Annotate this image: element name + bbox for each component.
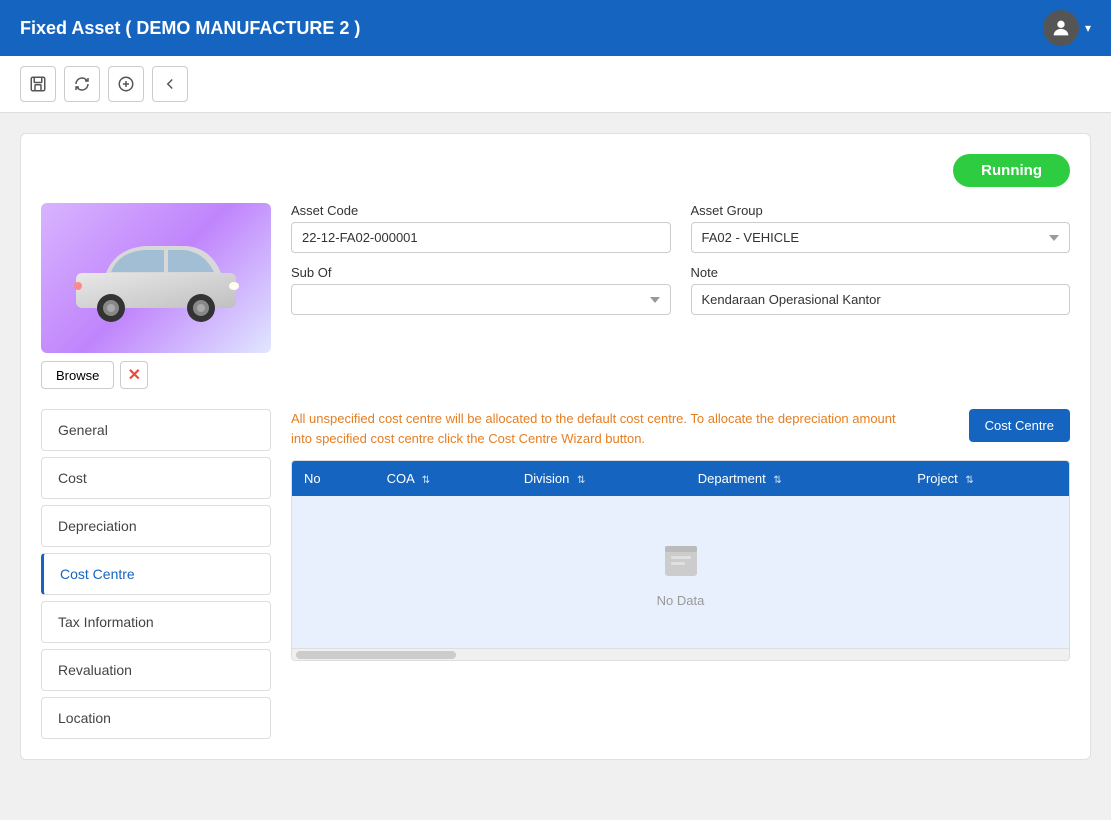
user-caret-icon: ▾ bbox=[1085, 21, 1091, 35]
fields-grid: Asset Code Asset Group FA02 - VEHICLE Su… bbox=[291, 203, 1070, 315]
department-sort-icon: ⇅ bbox=[773, 475, 781, 486]
no-data-cell: No Data bbox=[292, 496, 1069, 648]
sub-of-select[interactable] bbox=[291, 284, 671, 315]
asset-group-label: Asset Group bbox=[691, 203, 1071, 218]
add-button[interactable] bbox=[108, 66, 144, 102]
nav-item-general[interactable]: General bbox=[41, 409, 271, 451]
sub-of-label: Sub Of bbox=[291, 265, 671, 280]
asset-card: Running bbox=[20, 133, 1091, 760]
note-input[interactable] bbox=[691, 284, 1071, 315]
user-menu[interactable]: ▾ bbox=[1043, 10, 1091, 46]
col-department[interactable]: Department ⇅ bbox=[686, 461, 906, 496]
asset-code-input[interactable] bbox=[291, 222, 671, 253]
sub-of-group: Sub Of bbox=[291, 265, 671, 315]
cost-centre-table: No COA ⇅ Division ⇅ Department ⇅ Project… bbox=[292, 461, 1069, 648]
nav-item-location[interactable]: Location bbox=[41, 697, 271, 739]
status-badge: Running bbox=[953, 154, 1070, 187]
remove-image-button[interactable]: ✕ bbox=[120, 361, 148, 389]
refresh-button[interactable] bbox=[64, 66, 100, 102]
nav-item-depreciation[interactable]: Depreciation bbox=[41, 505, 271, 547]
asset-header: Browse ✕ Asset Code Asset Group bbox=[41, 203, 1070, 389]
asset-image-section: Browse ✕ bbox=[41, 203, 271, 389]
save-button[interactable] bbox=[20, 66, 56, 102]
scroll-thumb[interactable] bbox=[296, 651, 456, 659]
app-header: Fixed Asset ( DEMO MANUFACTURE 2 ) ▾ bbox=[0, 0, 1111, 56]
asset-group-select[interactable]: FA02 - VEHICLE bbox=[691, 222, 1071, 253]
browse-button[interactable]: Browse bbox=[41, 361, 114, 389]
cost-centre-table-wrap: No COA ⇅ Division ⇅ Department ⇅ Project… bbox=[291, 460, 1070, 661]
no-data-text: No Data bbox=[657, 593, 705, 608]
nav-item-tax-information[interactable]: Tax Information bbox=[41, 601, 271, 643]
col-project[interactable]: Project ⇅ bbox=[905, 461, 1069, 496]
project-sort-icon: ⇅ bbox=[965, 475, 973, 486]
no-data-row: No Data bbox=[292, 496, 1069, 648]
col-division[interactable]: Division ⇅ bbox=[512, 461, 686, 496]
nav-item-cost[interactable]: Cost bbox=[41, 457, 271, 499]
cost-centre-content: All unspecified cost centre will be allo… bbox=[291, 409, 1070, 739]
horizontal-scrollbar[interactable] bbox=[292, 648, 1069, 660]
sidebar-nav: General Cost Depreciation Cost Centre Ta… bbox=[41, 409, 271, 739]
car-image-svg bbox=[56, 228, 256, 328]
col-coa[interactable]: COA ⇅ bbox=[375, 461, 512, 496]
table-body: No Data bbox=[292, 496, 1069, 648]
bottom-section: General Cost Depreciation Cost Centre Ta… bbox=[41, 409, 1070, 739]
no-data-icon bbox=[657, 536, 705, 584]
toolbar bbox=[0, 56, 1111, 113]
image-actions: Browse ✕ bbox=[41, 361, 271, 389]
asset-image bbox=[41, 203, 271, 353]
note-group: Note bbox=[691, 265, 1071, 315]
col-no: No bbox=[292, 461, 375, 496]
asset-group-group: Asset Group FA02 - VEHICLE bbox=[691, 203, 1071, 253]
asset-code-label: Asset Code bbox=[291, 203, 671, 218]
coa-sort-icon: ⇅ bbox=[422, 475, 430, 486]
cost-centre-info-text: All unspecified cost centre will be allo… bbox=[291, 409, 911, 448]
asset-fields: Asset Code Asset Group FA02 - VEHICLE Su… bbox=[291, 203, 1070, 389]
table-header: No COA ⇅ Division ⇅ Department ⇅ Project… bbox=[292, 461, 1069, 496]
app-title: Fixed Asset ( DEMO MANUFACTURE 2 ) bbox=[20, 18, 360, 39]
asset-code-group: Asset Code bbox=[291, 203, 671, 253]
note-label: Note bbox=[691, 265, 1071, 280]
cost-centre-button[interactable]: Cost Centre bbox=[969, 409, 1070, 442]
main-content: Running bbox=[0, 113, 1111, 780]
nav-item-cost-centre[interactable]: Cost Centre bbox=[41, 553, 271, 595]
user-avatar[interactable] bbox=[1043, 10, 1079, 46]
info-bar: All unspecified cost centre will be allo… bbox=[291, 409, 1070, 448]
back-button[interactable] bbox=[152, 66, 188, 102]
division-sort-icon: ⇅ bbox=[577, 475, 585, 486]
nav-item-revaluation[interactable]: Revaluation bbox=[41, 649, 271, 691]
